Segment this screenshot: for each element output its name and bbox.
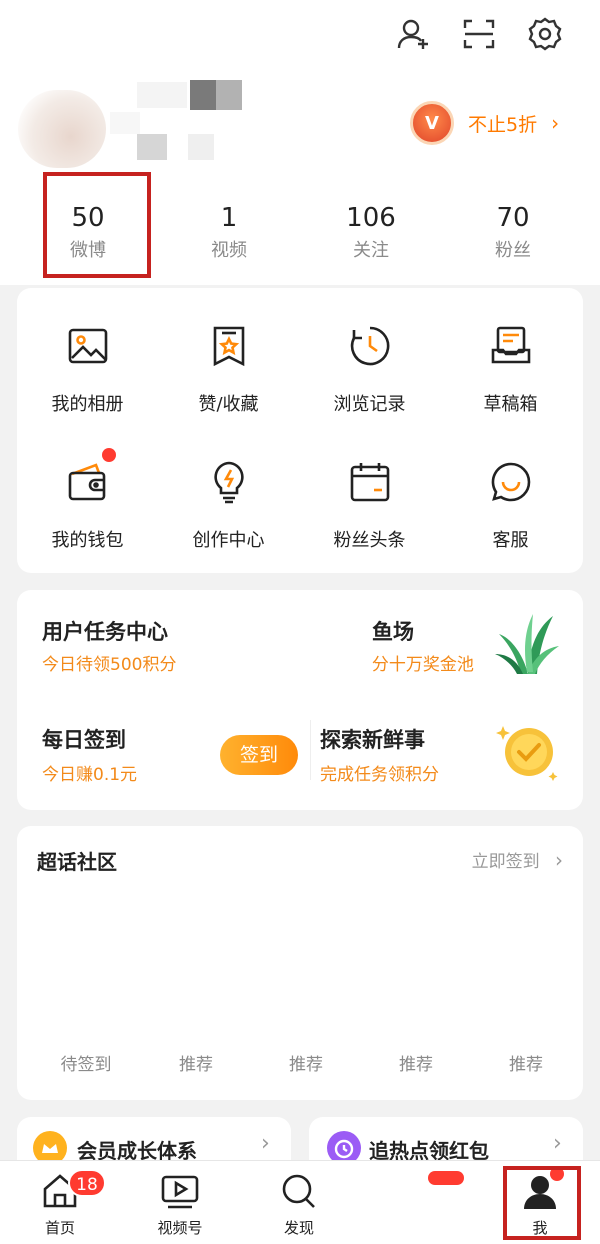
daily-checkin-title: 每日签到 (42, 728, 126, 752)
vip-promo[interactable]: V 不止5折 › (410, 100, 570, 146)
bookmark-star-icon (207, 324, 251, 368)
chevron-right-icon: › (261, 1131, 270, 1156)
stat-value: 50 (71, 203, 105, 233)
stat-label: 关注 (353, 240, 389, 261)
daily-checkin-sub: 今日赚0.1元 (42, 765, 138, 785)
grid-label: 浏览记录 (333, 394, 406, 415)
username-mosaic (137, 82, 187, 108)
avatar[interactable] (18, 90, 106, 168)
community-link-label: 立即签到 (471, 852, 540, 872)
nav-discover[interactable]: 发现 (249, 1171, 349, 1238)
stat-video[interactable]: 1 视频 (169, 200, 289, 266)
coin-check-icon (495, 718, 559, 782)
community-checkin-link[interactable]: 立即签到 › (472, 847, 563, 872)
community-card: 超话社区 立即签到 › 待签到 推荐 推荐 推荐 推荐 (17, 826, 583, 1100)
gear-icon[interactable] (525, 14, 565, 54)
message-badge (428, 1171, 464, 1185)
stat-value: 1 (220, 203, 238, 233)
stat-weibo[interactable]: 50 微博 (28, 200, 148, 266)
function-grid: 我的相册 赞/收藏 浏览记录 草稿箱 我的钱包 创作中心 粉丝头条 客服 (17, 288, 583, 573)
customer-service-icon (489, 460, 533, 504)
stat-label: 微博 (70, 240, 106, 261)
grid-item-history[interactable]: 浏览记录 (299, 324, 440, 416)
grid-item-support[interactable]: 客服 (440, 460, 581, 552)
community-tab[interactable]: 推荐 (471, 1050, 581, 1075)
task-center-sub: 今日待领500积分 (42, 655, 177, 675)
grid-label: 草稿箱 (483, 394, 538, 415)
grid-item-creator[interactable]: 创作中心 (158, 460, 299, 552)
community-tab[interactable]: 推荐 (361, 1050, 471, 1075)
chevron-right-icon: › (553, 1131, 562, 1156)
stat-label: 视频 (211, 240, 247, 261)
grid-item-wallet[interactable]: 我的钱包 (17, 448, 158, 552)
calendar-icon (348, 460, 392, 504)
grid-label: 客服 (492, 530, 529, 551)
video-play-icon (160, 1171, 200, 1211)
plant-illustration-icon (493, 608, 563, 678)
bottom-nav: 首页 18 视频号 发现 我 (0, 1160, 600, 1244)
stat-label: 粉丝 (495, 240, 531, 261)
history-clock-icon (348, 324, 392, 368)
nav-label: 首页 (44, 1219, 75, 1237)
grid-label: 我的钱包 (51, 530, 124, 551)
username-mosaic (137, 134, 167, 160)
username-mosaic (190, 80, 216, 110)
username-mosaic (216, 80, 242, 110)
photo-album-icon (66, 324, 110, 368)
grid-label: 我的相册 (51, 394, 124, 415)
promo-text: 不止5折 (468, 113, 538, 136)
username-mosaic (188, 134, 214, 160)
stat-fans[interactable]: 70 粉丝 (453, 200, 573, 266)
fish-farm-title: 鱼场 (372, 620, 414, 644)
stat-value: 70 (496, 203, 530, 233)
grid-label: 创作中心 (192, 530, 265, 551)
nav-me[interactable]: 我 (490, 1167, 590, 1238)
lightbulb-icon (207, 460, 251, 504)
task-card: 用户任务中心 今日待领500积分 鱼场 分十万奖金池 每日签到 今日赚0.1元 … (17, 590, 583, 810)
nav-video[interactable]: 视频号 (130, 1171, 230, 1238)
nav-label: 发现 (283, 1219, 314, 1237)
notification-dot (101, 448, 116, 462)
notification-dot (550, 1167, 564, 1181)
grid-item-album[interactable]: 我的相册 (17, 324, 158, 416)
drafts-tray-icon (489, 324, 533, 368)
grid-item-favorites[interactable]: 赞/收藏 (158, 324, 299, 416)
username-mosaic (110, 112, 140, 134)
vip-badge-icon: V (410, 101, 454, 145)
wallet-icon (66, 448, 116, 504)
fish-farm-sub: 分十万奖金池 (369, 655, 474, 675)
scan-icon[interactable] (459, 14, 499, 54)
unread-badge: 18 (68, 1169, 106, 1197)
nav-label: 我 (532, 1219, 548, 1237)
profile-icon (520, 1167, 564, 1211)
nav-label: 视频号 (157, 1219, 203, 1237)
community-tab[interactable]: 待签到 (31, 1050, 141, 1075)
chevron-right-icon: › (551, 111, 560, 135)
grid-label: 粉丝头条 (333, 530, 406, 551)
stat-following[interactable]: 106 关注 (311, 200, 431, 266)
stat-value: 106 (346, 203, 396, 233)
task-center-title: 用户任务中心 (42, 620, 168, 644)
chevron-right-icon: › (555, 848, 563, 872)
grid-item-drafts[interactable]: 草稿箱 (440, 324, 581, 416)
checkin-button[interactable]: 签到 (220, 735, 298, 775)
search-icon (279, 1171, 319, 1211)
community-tab[interactable]: 推荐 (141, 1050, 251, 1075)
grid-item-headlines[interactable]: 粉丝头条 (299, 460, 440, 552)
add-user-icon[interactable] (393, 14, 433, 54)
community-title: 超话社区 (37, 850, 117, 874)
community-tab[interactable]: 推荐 (251, 1050, 361, 1075)
profile-header: V 不止5折 › 50 微博 1 视频 106 关注 70 粉丝 (0, 0, 600, 285)
grid-label: 赞/收藏 (198, 394, 259, 415)
explore-sub: 完成任务领积分 (320, 765, 439, 785)
divider (310, 720, 311, 780)
explore-title: 探索新鲜事 (320, 728, 425, 752)
